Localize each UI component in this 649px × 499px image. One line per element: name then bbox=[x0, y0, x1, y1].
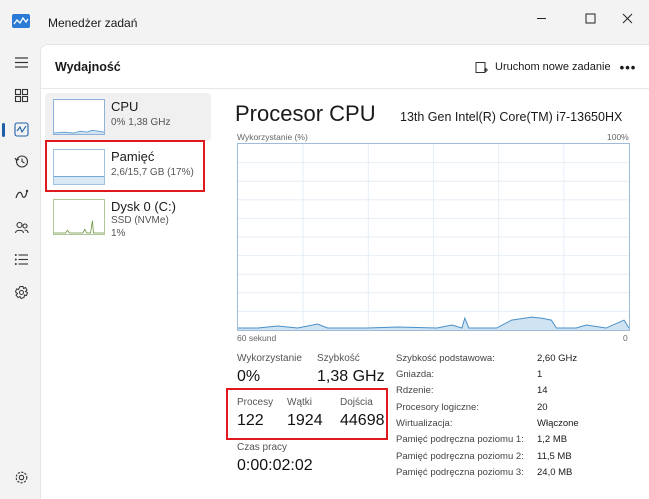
spec-value: 14 bbox=[537, 385, 548, 396]
device-item-disk[interactable]: Dysk 0 (C:) SSD (NVMe) 1% bbox=[45, 193, 211, 241]
spec-value: 1,2 MB bbox=[537, 434, 568, 445]
run-new-task-label: Uruchom nowe zadanie bbox=[495, 61, 611, 73]
more-options-button[interactable]: ••• bbox=[616, 56, 640, 78]
close-icon bbox=[622, 13, 632, 23]
device-list: CPU 0% 1,38 GHz Pamięć 2,6/15,7 GB (17%)… bbox=[45, 93, 213, 498]
spec-value: 24,0 MB bbox=[537, 467, 573, 478]
nav-performance[interactable] bbox=[2, 116, 34, 142]
device-detail: 0% 1,38 GHz bbox=[111, 117, 171, 128]
nav-startup[interactable] bbox=[8, 181, 34, 207]
nav-app-history[interactable] bbox=[8, 148, 34, 174]
device-name: CPU bbox=[111, 99, 139, 114]
cpu-thumbnail-graph bbox=[53, 99, 105, 135]
performance-icon bbox=[13, 121, 29, 137]
content-area: Wydajność Uruchom nowe zadanie ••• CPU 0… bbox=[40, 44, 649, 499]
app-title: Menedżer zadań bbox=[48, 16, 138, 30]
spec-value: 2,60 GHz bbox=[537, 353, 578, 364]
utilization-value: 0% bbox=[237, 368, 261, 385]
graph-y-label: Wykorzystanie (%) bbox=[237, 132, 308, 142]
device-name: Dysk 0 (C:) bbox=[111, 199, 176, 214]
graph-min-label: 0 bbox=[623, 333, 628, 343]
spec-label: Pamięć podręczna poziomu 2: bbox=[396, 451, 524, 462]
spec-value: 20 bbox=[537, 402, 548, 413]
processes-icon bbox=[14, 88, 28, 102]
speed-value: 1,38 GHz bbox=[317, 368, 385, 385]
processes-label: Procesy bbox=[237, 397, 274, 408]
nav-services[interactable] bbox=[8, 279, 34, 305]
title-bar: Menedżer zadań bbox=[0, 0, 649, 44]
nav-rail bbox=[0, 44, 40, 499]
graph-time-label: 60 sekund bbox=[237, 333, 277, 343]
device-item-memory[interactable]: Pamięć 2,6/15,7 GB (17%) bbox=[45, 143, 211, 191]
nav-details[interactable] bbox=[8, 246, 34, 272]
nav-processes[interactable] bbox=[8, 82, 34, 108]
close-button[interactable] bbox=[607, 4, 647, 32]
handles-value: 44698 bbox=[340, 412, 385, 429]
header-divider bbox=[41, 88, 649, 89]
nav-users[interactable] bbox=[8, 214, 34, 240]
device-name: Pamięć bbox=[111, 149, 155, 164]
run-new-task-button[interactable]: Uruchom nowe zadanie bbox=[471, 56, 615, 78]
startup-icon bbox=[14, 189, 28, 198]
new-task-icon bbox=[475, 61, 488, 73]
maximize-button[interactable] bbox=[570, 4, 610, 32]
threads-label: Wątki bbox=[287, 397, 312, 408]
spec-label: Pamięć podręczna poziomu 1: bbox=[396, 434, 524, 445]
processor-model: 13th Gen Intel(R) Core(TM) i7-13650HX bbox=[400, 110, 623, 124]
services-icon bbox=[14, 285, 28, 299]
disk-thumbnail-graph bbox=[53, 199, 105, 235]
handles-label: Dojścia bbox=[340, 397, 373, 408]
device-detail: SSD (NVMe) bbox=[111, 215, 169, 226]
spec-value: Włączone bbox=[537, 418, 579, 429]
utilization-label: Wykorzystanie bbox=[237, 353, 302, 364]
nav-settings[interactable] bbox=[8, 464, 34, 490]
threads-value: 1924 bbox=[287, 412, 323, 429]
uptime-value: 0:00:02:02 bbox=[237, 457, 313, 474]
device-utilization: 1% bbox=[111, 228, 126, 239]
maximize-icon bbox=[585, 13, 595, 23]
minimize-button[interactable] bbox=[521, 4, 561, 32]
device-detail: 2,6/15,7 GB (17%) bbox=[111, 167, 194, 178]
minimize-icon bbox=[536, 17, 546, 19]
history-icon bbox=[14, 154, 28, 168]
task-manager-icon bbox=[12, 14, 30, 28]
page-title: Wydajność bbox=[55, 60, 121, 74]
memory-thumbnail-graph bbox=[53, 149, 105, 185]
cpu-usage-graph bbox=[237, 143, 630, 331]
spec-label: Wirtualizacja: bbox=[396, 418, 453, 429]
spec-label: Szybkość podstawowa: bbox=[396, 353, 495, 364]
hamburger-menu-button[interactable] bbox=[8, 49, 34, 75]
spec-label: Procesory logiczne: bbox=[396, 402, 479, 413]
users-icon bbox=[14, 221, 29, 233]
spec-label: Rdzenie: bbox=[396, 385, 434, 396]
settings-icon bbox=[15, 471, 27, 483]
details-icon bbox=[14, 253, 28, 265]
device-item-cpu[interactable]: CPU 0% 1,38 GHz bbox=[45, 93, 211, 141]
main-title: Procesor CPU bbox=[235, 101, 376, 126]
processes-value: 122 bbox=[237, 412, 264, 429]
spec-value: 1 bbox=[537, 369, 543, 380]
uptime-label: Czas pracy bbox=[237, 442, 288, 453]
spec-value: 11,5 MB bbox=[537, 451, 572, 462]
graph-max-label: 100% bbox=[607, 132, 629, 142]
hamburger-icon bbox=[14, 56, 28, 68]
speed-label: Szybkość bbox=[317, 353, 360, 364]
spec-label: Pamięć podręczna poziomu 3: bbox=[396, 467, 524, 478]
spec-label: Gniazda: bbox=[396, 369, 435, 380]
